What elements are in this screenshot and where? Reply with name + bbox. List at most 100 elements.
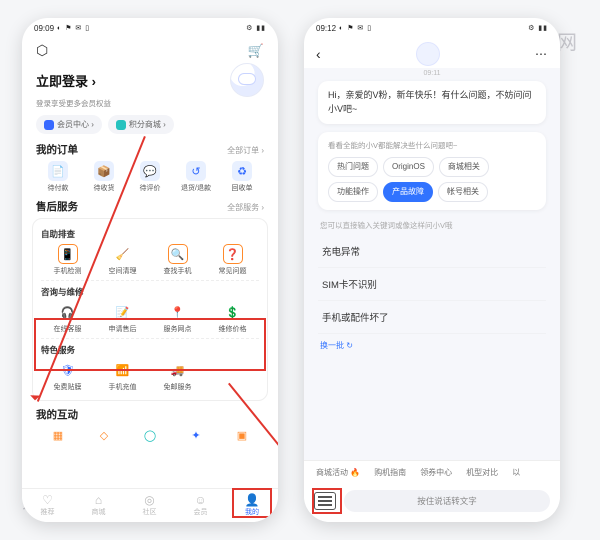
aftersales-card: 自助排查 📱 手机检测 🧹 空间清理 🔍 查找手机 ❓常见问题 咨询与维修 🎧在线客服… [32,218,268,401]
cart-icon[interactable]: 🛒 [248,43,264,59]
svc-service-point[interactable]: 📍服务网点 [151,302,204,334]
misc-icon[interactable]: ✦ [186,425,206,445]
tab-label: 社区 [143,507,157,517]
suggest-hint: 您可以直接输入关键词或像这样问小V哦 [304,218,560,235]
category-pill[interactable]: 热门问题 [328,157,378,177]
cell-label: 退货/退款 [181,183,211,193]
login-subtitle: 登录享受更多会员权益 [22,97,278,115]
svc-phone-check[interactable]: 📱 手机检测 [41,244,94,276]
heart-icon: ♡ [42,494,53,506]
section-title-interact: 我的互动 [36,407,78,422]
tab-mall[interactable]: ⌂商城 [92,494,106,517]
cell-label: 手机检测 [54,266,82,276]
suggestion-item[interactable]: 充电异常 [318,235,546,268]
keyboard-icon[interactable] [314,492,336,510]
circle-icon: ◎ [144,494,154,506]
quicklink[interactable]: 购机指南 [374,467,406,478]
orders-more-link[interactable]: 全部订单 › [227,145,264,156]
misc-icon[interactable]: ◯ [140,425,160,445]
bot-avatar-icon[interactable] [416,42,440,66]
cell-label: 待付款 [48,183,69,193]
chip-label: 积分商城 › [129,119,166,130]
tab-recommend[interactable]: ♡推荐 [41,494,55,517]
quicklink[interactable]: 领券中心 [420,467,452,478]
signal-icon: 📶 [113,360,133,380]
svc-free-ship[interactable]: 🚚免邮服务 [151,360,204,392]
status-right-icons: ⚙ ▮▮ [528,24,548,32]
home-icon: ⌂ [95,494,102,506]
svc-apply-after[interactable]: 📝 申请售后 [96,302,149,334]
chip-points-mall[interactable]: 积分商城 › [108,115,174,134]
message-time: 09:11 [304,68,560,81]
refund-icon: ↺ [186,161,206,181]
tab-community[interactable]: ◎社区 [143,494,157,517]
quicklink[interactable]: 以 [512,467,520,478]
category-pill[interactable]: OriginOS [383,157,434,177]
chip-member-center[interactable]: 会员中心 › [36,115,102,134]
cell-label: 待评价 [140,183,161,193]
tab-label: 我的 [245,507,259,517]
settings-icon[interactable]: ⬡ [36,42,48,59]
search-icon: 🔍 [168,244,188,264]
svc-free-film[interactable]: 🛡免费贴膜 [41,360,94,392]
svc-recharge[interactable]: 📶 手机充值 [96,360,149,392]
category-pill[interactable]: 商城相关 [439,157,489,177]
voice-input[interactable]: 按住说话转文字 [344,490,550,512]
phone-icon: 📱 [58,244,78,264]
cell-label: 查找手机 [164,266,192,276]
tab-bar: ♡推荐 ⌂商城 ◎社区 ☺会员 👤我的 [22,488,278,522]
status-bar: 09:12◐ ⚑ ✉ ▯ ⚙ ▮▮ [304,18,560,38]
panel-hint: 看看全能的小V都能解决些什么问题吧~ [328,140,536,151]
refresh-button[interactable]: 换一批 ↻ [304,334,560,357]
cell-label: 服务网点 [164,324,192,334]
misc-icon[interactable]: ◇ [94,425,114,445]
order-item-ship[interactable]: 📦待收货 [82,161,126,193]
headset-icon: 🎧 [58,302,78,322]
svc-find-phone[interactable]: 🔍 查找手机 [151,244,204,276]
misc-icon[interactable]: ▦ [48,425,68,445]
category-pill[interactable]: 功能操作 [328,182,378,202]
category-pill[interactable]: 帐号相关 [438,182,488,202]
order-item-refund[interactable]: ↺ 退货/退款 [174,161,218,193]
chat-bubble-greeting: Hi，亲爱的V粉，新年快乐！有什么问题，不妨问问小V吧~ [318,81,546,124]
cell-label: 回收单 [232,183,253,193]
cell-label: 待收货 [94,183,115,193]
tab-mine[interactable]: 👤我的 [245,494,260,517]
tab-label: 商城 [92,507,106,517]
order-item-pay[interactable]: 📄待付款 [36,161,80,193]
form-icon: 📝 [113,302,133,322]
svc-online-cs[interactable]: 🎧在线客服 [41,302,94,334]
more-icon[interactable]: ⋯ [535,47,548,61]
svc-cleanup[interactable]: 🧹 空间清理 [96,244,149,276]
avatar-bot[interactable] [230,63,264,97]
tab-member[interactable]: ☺会员 [194,494,208,517]
cell-label: 手机充值 [109,382,137,392]
status-icons: ◐ ⚑ ✉ ▯ [339,24,372,32]
status-time: 09:09 [34,24,54,33]
chat-icon: 💬 [140,161,160,181]
cell-label: 申请售后 [109,324,137,334]
order-item-review[interactable]: 💬 待评价 [128,161,172,193]
status-time: 09:12 [316,24,336,33]
aftersales-more-link[interactable]: 全部服务 › [227,202,264,213]
cell-label: 维修价格 [219,324,247,334]
phone-chat: 09:12◐ ⚑ ✉ ▯ ⚙ ▮▮ ‹ ⋯ 09:11 Hi，亲爱的V粉，新年快… [304,18,560,522]
quicklink[interactable]: 机型对比 [466,467,498,478]
subgroup-label-consult: 咨询与维修 [41,283,259,298]
back-button[interactable]: ‹ [316,46,321,62]
chip-label: 会员中心 › [57,119,94,130]
truck-icon: 🚚 [168,360,188,380]
broom-icon: 🧹 [113,244,133,264]
suggestion-item[interactable]: SIM卡不识别 [318,268,546,301]
suggestion-item[interactable]: 手机或配件坏了 [318,301,546,334]
subgroup-label-selfcheck: 自助排查 [41,225,259,240]
status-bar: 09:09◐ ⚑ ✉ ▯ ⚙ ▮▮ [22,18,278,38]
svc-repair-price[interactable]: 💲维修价格 [206,302,259,334]
misc-icon[interactable]: ▣ [232,425,252,445]
quicklink[interactable]: 商城活动 🔥 [316,467,360,478]
category-pill[interactable]: 产品故障 [383,182,433,202]
order-item-recycle[interactable]: ♻回收单 [220,161,264,193]
svc-faq[interactable]: ❓常见问题 [206,244,259,276]
login-button[interactable]: 立即登录 › [36,71,96,90]
cell-label: 空间清理 [109,266,137,276]
